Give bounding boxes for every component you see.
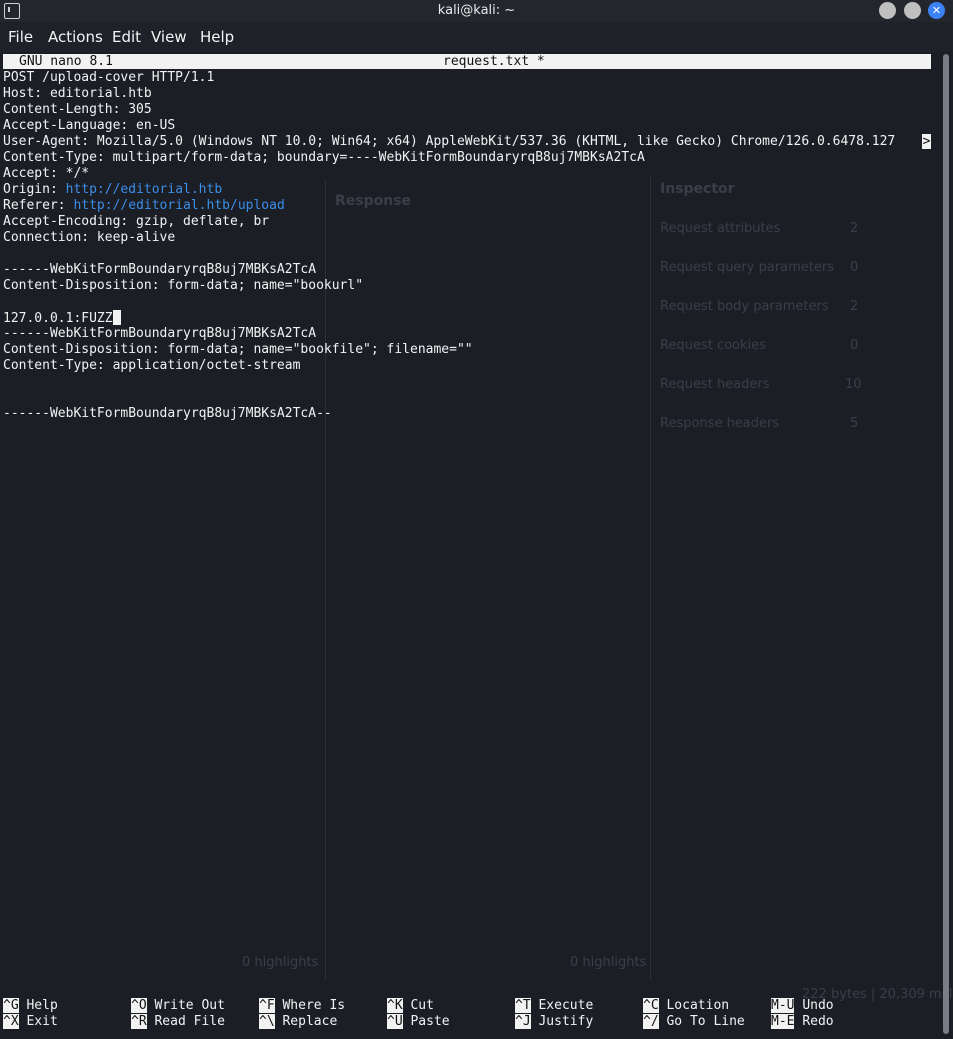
- shortcut-replace[interactable]: ^\ Replace: [259, 1014, 337, 1030]
- header-name: Referer:: [3, 198, 74, 213]
- editor-line: POST /upload-cover HTTP/1.1: [3, 70, 215, 85]
- close-button[interactable]: ✕: [928, 2, 945, 19]
- inspector-count: 0: [850, 260, 859, 275]
- editor-line: Referer: http://editorial.htb/upload: [3, 198, 285, 214]
- nano-version: GNU nano 8.1: [19, 54, 113, 69]
- editor-line: Content-Type: application/octet-stream: [3, 358, 301, 373]
- editor-line: ------WebKitFormBoundaryrqB8uj7MBKsA2TcA: [3, 262, 317, 277]
- editor-line: Content-Disposition: form-data; name="bo…: [3, 342, 473, 357]
- text-cursor: [112, 310, 121, 325]
- editor-line: Content-Type: multipart/form-data; bound…: [3, 150, 645, 165]
- editor-line: ------WebKitFormBoundaryrqB8uj7MBKsA2TcA: [3, 326, 317, 341]
- highlights-count: 0 highlights: [242, 955, 319, 970]
- editor-line: Accept-Encoding: gzip, deflate, br: [3, 214, 270, 229]
- nano-header: GNU nano 8.1 request.txt *: [3, 54, 931, 69]
- shortcut-redo[interactable]: M-E Redo: [771, 1014, 834, 1030]
- editor-line: Accept: */*: [3, 166, 90, 181]
- editor-line-text: 127.0.0.1:FUZZ: [3, 311, 113, 326]
- editor-line: Connection: keep-alive: [3, 230, 176, 245]
- inspector-count: 0: [850, 338, 859, 353]
- inspector-title: Inspector: [660, 181, 735, 197]
- window-title: kali@kali: ~: [437, 3, 516, 18]
- inspector-row: Request body parameters: [660, 299, 829, 314]
- inspector-row: Request headers: [660, 377, 770, 392]
- shortcut-location[interactable]: ^C Location: [643, 998, 729, 1014]
- menu-view[interactable]: View: [151, 28, 187, 46]
- menu-bar: File Actions Edit View Help: [0, 22, 953, 52]
- terminal-scrollbar[interactable]: [943, 54, 949, 1034]
- inspector-row: Request query parameters: [660, 260, 835, 275]
- inspector-count: 5: [850, 416, 859, 431]
- inspector-row: Response headers: [660, 416, 780, 431]
- shortcut-read-file[interactable]: ^R Read File: [131, 1014, 225, 1030]
- shortcut-exit[interactable]: ^X Exit: [3, 1014, 58, 1030]
- menu-file[interactable]: File: [8, 28, 33, 46]
- window-titlebar[interactable]: kali@kali: ~ ✕: [0, 0, 953, 22]
- header-name: Origin:: [3, 182, 66, 197]
- minimize-button[interactable]: [879, 2, 896, 19]
- shortcut-justify[interactable]: ^J Justify: [515, 1014, 593, 1030]
- inspector-row: Request cookies: [660, 338, 766, 353]
- url-text: http://editorial.htb: [65, 182, 223, 197]
- editor-line: Host: editorial.htb: [3, 86, 152, 101]
- shortcut-paste[interactable]: ^U Paste: [387, 1014, 450, 1030]
- menu-actions[interactable]: Actions: [48, 28, 103, 46]
- highlights-count: 0 highlights: [570, 955, 647, 970]
- shortcut-where-is[interactable]: ^F Where Is: [259, 998, 345, 1014]
- maximize-button[interactable]: [904, 2, 921, 19]
- inspector-count: 2: [850, 221, 859, 236]
- shortcut-help[interactable]: ^G Help: [3, 998, 58, 1014]
- inspector-count: 2: [850, 299, 859, 314]
- shortcut-execute[interactable]: ^T Execute: [515, 998, 593, 1014]
- inspector-count: 10: [845, 377, 862, 392]
- menu-edit[interactable]: Edit: [112, 28, 141, 46]
- shortcut-write-out[interactable]: ^O Write Out: [131, 998, 225, 1014]
- url-text: http://editorial.htb/upload: [73, 198, 285, 213]
- editor-line: ------WebKitFormBoundaryrqB8uj7MBKsA2TcA…: [3, 406, 332, 421]
- shortcut-cut[interactable]: ^K Cut: [387, 998, 434, 1014]
- nano-filename: request.txt *: [443, 54, 545, 69]
- editor-line: Accept-Language: en-US: [3, 118, 176, 133]
- inspector-row: Request attributes: [660, 221, 781, 236]
- pane-divider: [325, 180, 326, 980]
- editor-line: Content-Disposition: form-data; name="bo…: [3, 278, 364, 293]
- editor-line: User-Agent: Mozilla/5.0 (Windows NT 10.0…: [3, 134, 896, 149]
- shortcut-go-to-line[interactable]: ^/ Go To Line: [643, 1014, 745, 1030]
- response-title: Response: [335, 193, 412, 209]
- pane-divider: [650, 175, 651, 980]
- shortcut-undo[interactable]: M-U Undo: [771, 998, 834, 1014]
- editor-line: Origin: http://editorial.htb: [3, 182, 222, 198]
- menu-help[interactable]: Help: [200, 28, 234, 46]
- editor-line: 127.0.0.1:FUZZ: [3, 310, 121, 326]
- editor-line: Content-Length: 305: [3, 102, 152, 117]
- line-truncated-marker: >: [922, 134, 931, 149]
